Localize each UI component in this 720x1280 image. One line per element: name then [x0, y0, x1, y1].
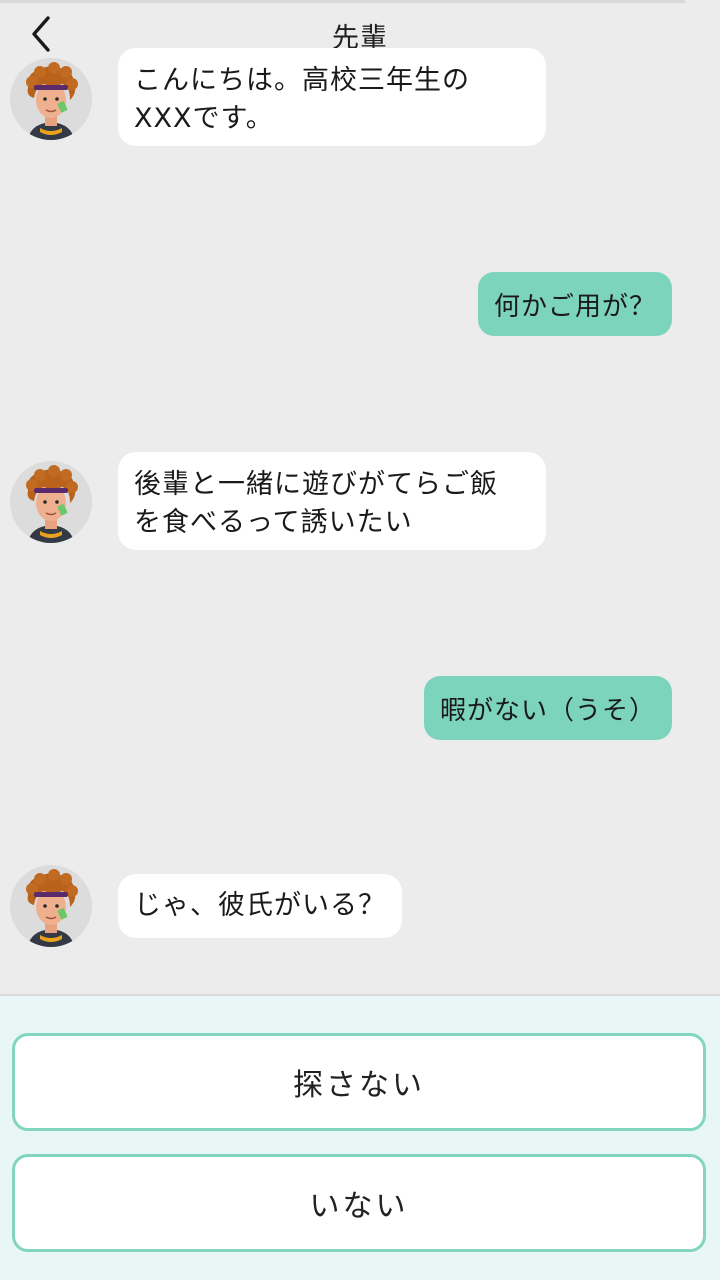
- reply-choices-panel: 探さない いない: [0, 996, 720, 1280]
- choice-label: 探さない: [293, 1068, 425, 1103]
- message-text: 暇がない（うそ）: [439, 695, 656, 726]
- incoming-message: こんにちは。高校三年生の XXXです。: [118, 48, 546, 146]
- message-line: こんにちは。高校三年生の: [134, 65, 470, 96]
- senpai-avatar-icon: [10, 865, 92, 947]
- chat-log: こんにちは。高校三年生の XXXです。 何かご用が？ 後輩と一緒に遊びがてらご飯: [0, 0, 720, 994]
- message-line: 後輩と一緒に遊びがてらご飯: [134, 469, 498, 500]
- choice-button[interactable]: 探さない: [12, 1033, 706, 1131]
- avatar: [10, 461, 92, 543]
- message-line: XXXです。: [134, 103, 274, 134]
- message-line: じゃ、彼氏がいる？: [134, 890, 386, 921]
- avatar: [10, 865, 92, 947]
- message-text: 何かご用が？: [493, 291, 656, 322]
- senpai-avatar-icon: [10, 461, 92, 543]
- incoming-message: じゃ、彼氏がいる？: [118, 874, 402, 938]
- avatar: [10, 58, 92, 140]
- senpai-avatar-icon: [10, 58, 92, 140]
- incoming-message: 後輩と一緒に遊びがてらご飯 を食べるって誘いたい: [118, 452, 546, 550]
- choice-button[interactable]: いない: [12, 1154, 706, 1252]
- outgoing-message: 何かご用が？: [477, 272, 672, 336]
- message-line: を食べるって誘いたい: [134, 507, 413, 538]
- outgoing-message: 暇がない（うそ）: [423, 676, 672, 740]
- choice-label: いない: [309, 1189, 409, 1224]
